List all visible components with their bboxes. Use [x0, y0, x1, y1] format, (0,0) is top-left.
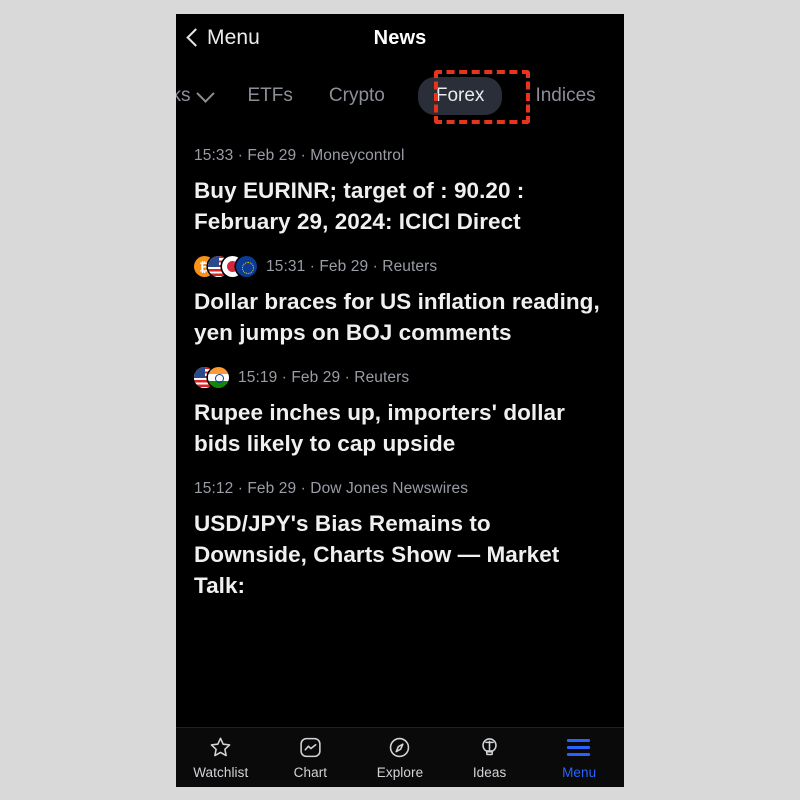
news-item[interactable]: 15:31 · Feb 29 · Reuters Dollar braces f… [194, 237, 606, 348]
news-item[interactable]: 15:12 · Feb 29 · Dow Jones Newswires USD… [194, 459, 606, 601]
news-meta: 15:33 · Feb 29 · Moneycontrol [194, 146, 405, 164]
chart-wave-icon [300, 737, 321, 758]
app-header: Menu News [176, 14, 624, 68]
nav-item-explore-label: Explore [376, 765, 424, 780]
flag-eu-icon [236, 256, 257, 278]
nav-item-chart-label: Chart [293, 765, 328, 780]
news-meta-row: 15:33 · Feb 29 · Moneycontrol [194, 145, 606, 166]
nav-item-watchlist[interactable]: Watchlist [177, 735, 265, 780]
news-meta: 15:31 · Feb 29 · Reuters [266, 257, 438, 275]
page-title: News [373, 27, 427, 49]
screenshot-root: Menu News cks ETFs Crypto Forex Indices [0, 0, 800, 800]
nav-item-ideas-label: Ideas [472, 765, 507, 780]
tab-etfs[interactable]: ETFs [248, 78, 293, 114]
news-meta-row: 15:12 · Feb 29 · Dow Jones Newswires [194, 478, 606, 499]
news-item[interactable]: 15:19 · Feb 29 · Reuters Rupee inches up… [194, 348, 606, 459]
tab-forex[interactable]: Forex [417, 77, 503, 115]
tab-stocks-label: cks [176, 85, 191, 106]
bottom-navigation: Watchlist Chart Explore Ideas Menu [176, 727, 624, 787]
news-item[interactable]: 15:33 · Feb 29 · Moneycontrol Buy EURINR… [194, 124, 606, 237]
flag-cluster [194, 256, 257, 278]
compass-icon [390, 737, 410, 758]
nav-item-explore[interactable]: Explore [356, 735, 444, 780]
news-meta-row: 15:31 · Feb 29 · Reuters [194, 256, 606, 278]
phone-viewport: Menu News cks ETFs Crypto Forex Indices [176, 14, 624, 787]
news-headline[interactable]: Rupee inches up, importers' dollar bids … [194, 397, 606, 459]
news-meta: 15:12 · Feb 29 · Dow Jones Newswires [194, 479, 469, 497]
hamburger-icon [566, 735, 592, 760]
news-headline[interactable]: USD/JPY's Bias Remains to Downside, Char… [194, 508, 606, 601]
star-icon [210, 737, 231, 757]
news-headline[interactable]: Dollar braces for US inflation reading, … [194, 286, 606, 348]
flag-cluster [194, 367, 229, 389]
nav-item-chart[interactable]: Chart [266, 735, 354, 780]
nav-item-menu-label: Menu [562, 765, 597, 780]
tab-stocks[interactable]: cks [176, 78, 215, 114]
tab-crypto[interactable]: Crypto [329, 78, 385, 114]
nav-item-watchlist-label: Watchlist [193, 765, 249, 780]
nav-item-menu[interactable]: Menu [535, 735, 623, 780]
tab-indices[interactable]: Indices [535, 78, 595, 114]
news-meta-row: 15:19 · Feb 29 · Reuters [194, 367, 606, 389]
news-headline[interactable]: Buy EURINR; target of : 90.20 : February… [194, 175, 606, 237]
chevron-down-icon[interactable] [195, 83, 215, 103]
category-tab-bar[interactable]: cks ETFs Crypto Forex Indices [176, 68, 624, 124]
nav-item-ideas[interactable]: Ideas [446, 735, 534, 780]
news-list[interactable]: 15:33 · Feb 29 · Moneycontrol Buy EURINR… [176, 124, 624, 744]
news-meta: 15:19 · Feb 29 · Reuters [238, 368, 410, 386]
flag-in-icon [208, 367, 229, 389]
lightbulb-icon [482, 738, 497, 756]
